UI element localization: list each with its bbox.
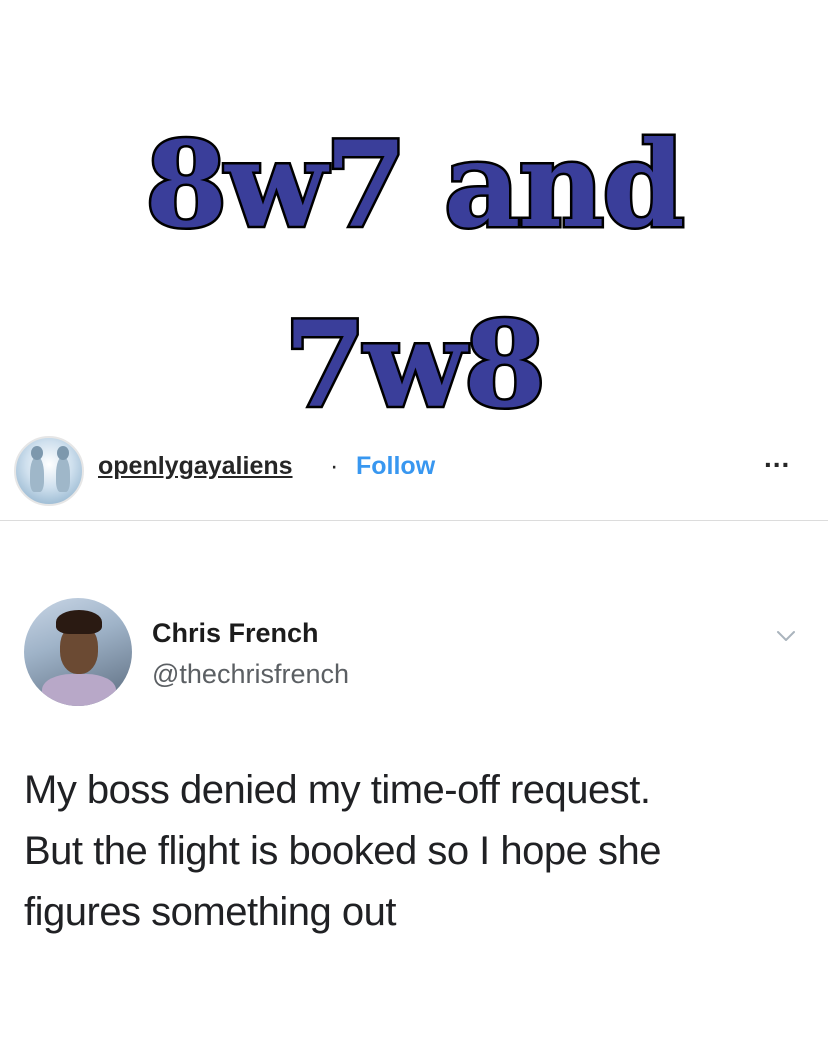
- tweet-handle: @thechrisfrench: [152, 659, 349, 689]
- tweet-body: My boss denied my time-off request. But …: [24, 760, 804, 943]
- separator-dot: ·: [330, 452, 339, 480]
- avatar-hair: [56, 610, 102, 634]
- headline-line-1: 8w7 and: [143, 113, 688, 257]
- avatar-shirt: [42, 674, 116, 706]
- tweet-avatar: [24, 598, 132, 706]
- alien-figure-right: [56, 446, 70, 492]
- alien-figure-left: [30, 446, 44, 492]
- chevron-down-icon[interactable]: [776, 626, 796, 646]
- tweet-text-line: But the flight is booked so I hope she: [24, 829, 662, 873]
- headline-line-2: 7w8: [282, 293, 549, 437]
- more-options-icon[interactable]: ...: [764, 442, 790, 474]
- follow-button[interactable]: Follow: [356, 452, 435, 481]
- post-header: openlygayaliens · Follow ...: [0, 430, 828, 521]
- tweet-text-line: figures something out: [24, 890, 396, 934]
- meme-headline: 8w7 and 7w8: [0, 95, 828, 455]
- alien-profile-icon[interactable]: [14, 436, 84, 506]
- tweet-display-name: Chris French: [152, 618, 319, 648]
- tweet-text-line: My boss denied my time-off request.: [24, 768, 651, 812]
- username-link[interactable]: openlygayaliens: [98, 452, 293, 481]
